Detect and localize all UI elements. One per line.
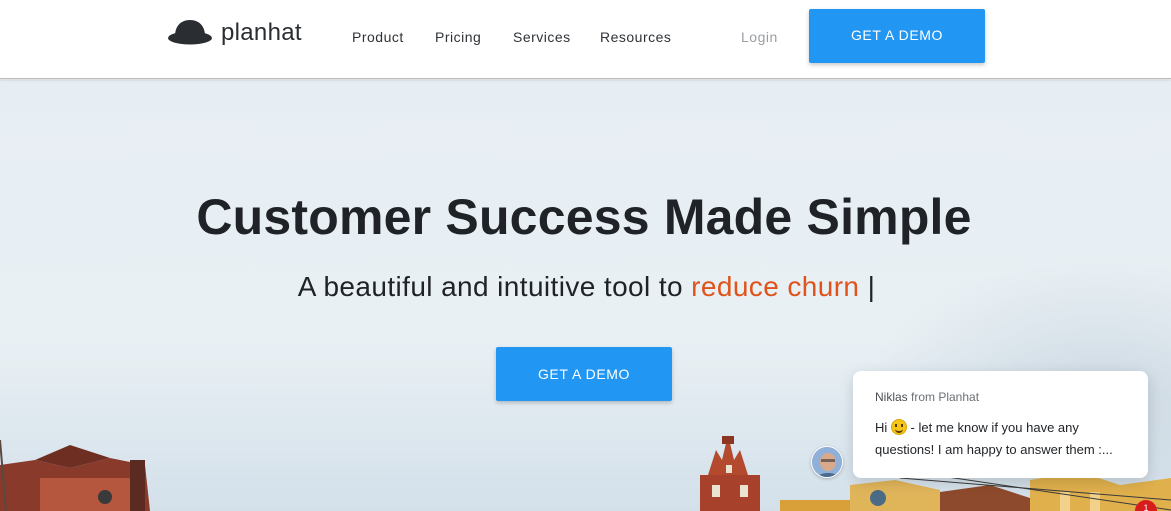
nav-get-demo-button[interactable]: GET A DEMO (809, 9, 985, 63)
chat-sender-org: from Planhat (907, 390, 980, 404)
chat-popup[interactable]: Niklas from Planhat Hi - let me know if … (853, 371, 1148, 478)
hero-subtitle: A beautiful and intuitive tool to reduce… (0, 271, 1171, 303)
chat-greeting: Hi (875, 420, 888, 435)
smiley-icon (890, 419, 907, 435)
brand-logo[interactable]: planhat (167, 18, 302, 48)
hero-subtitle-highlight: reduce churn (691, 271, 860, 302)
hero-title: Customer Success Made Simple (196, 189, 972, 245)
hero-get-demo-button[interactable]: GET A DEMO (496, 347, 672, 401)
nav-services[interactable]: Services (513, 29, 571, 45)
chat-sender: Niklas from Planhat (875, 390, 979, 404)
nav-product[interactable]: Product (352, 29, 404, 45)
typing-cursor: | (859, 271, 876, 302)
chat-message-text: - let me know if you have any questions!… (875, 420, 1113, 457)
chat-agent-avatar[interactable] (811, 446, 843, 478)
hat-icon (168, 20, 212, 45)
nav-resources[interactable]: Resources (600, 29, 671, 45)
nav-pricing[interactable]: Pricing (435, 29, 481, 45)
chat-sender-name: Niklas (875, 390, 908, 404)
chat-message: Hi - let me know if you have any questio… (875, 417, 1135, 461)
top-navbar: planhat Product Pricing Services Resourc… (0, 0, 1171, 79)
brand-name: planhat (221, 19, 302, 46)
nav-login[interactable]: Login (741, 29, 778, 45)
hero-subtitle-prefix: A beautiful and intuitive tool to (297, 271, 692, 302)
